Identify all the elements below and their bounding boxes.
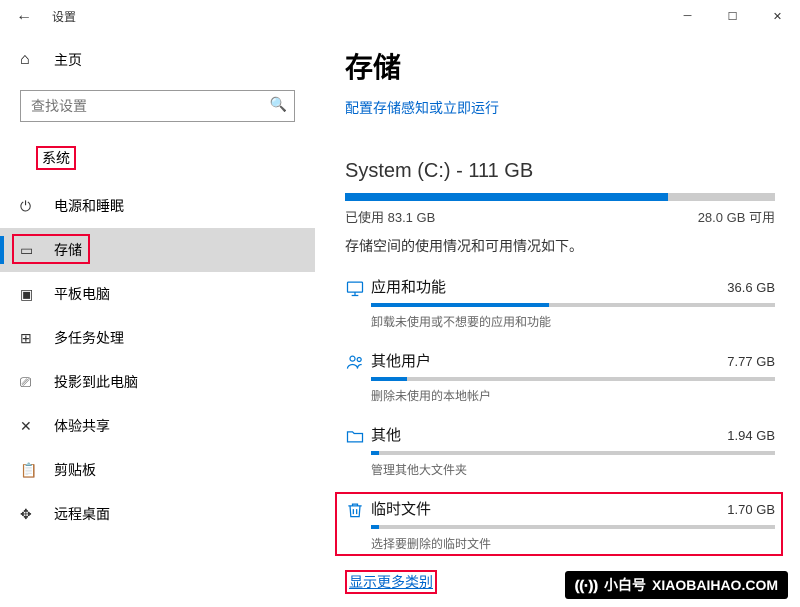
folder-icon <box>345 426 371 478</box>
category-bar <box>371 377 775 381</box>
drive-usage-fill <box>345 193 668 201</box>
category-size: 1.94 GB <box>727 428 775 443</box>
category-other[interactable]: 其他 1.94 GB 管理其他大文件夹 <box>345 424 775 478</box>
close-button[interactable]: ✕ <box>755 0 800 32</box>
home-icon: ⌂ <box>20 51 40 69</box>
drive-used-label: 已使用 83.1 GB <box>345 207 435 226</box>
sidebar: ⌂ 主页 🔍 系统 ⏻ 电源和睡眠 ▭ 存储 ▣ 平板电脑 ⊞ 多任务处理 ⎚ <box>0 32 315 607</box>
projecting-icon: ⎚ <box>20 374 40 391</box>
category-temp-files[interactable]: 临时文件 1.70 GB 选择要删除的临时文件 <box>345 498 775 552</box>
sidebar-item-label: 远程桌面 <box>54 504 110 524</box>
tablet-icon: ▣ <box>20 286 40 303</box>
users-icon <box>345 352 371 404</box>
multitask-icon: ⊞ <box>20 330 40 347</box>
main-panel: 存储 配置存储感知或立即运行 System (C:) - 111 GB 已使用 … <box>315 32 800 607</box>
window-controls: ─ ☐ ✕ <box>665 0 800 32</box>
sidebar-item-multitask[interactable]: ⊞ 多任务处理 <box>0 316 315 360</box>
category-size: 7.77 GB <box>727 354 775 369</box>
category-desc: 选择要删除的临时文件 <box>371 535 775 552</box>
sidebar-item-clipboard[interactable]: 📋 剪贴板 <box>0 448 315 492</box>
category-desc: 删除未使用的本地帐户 <box>371 387 775 404</box>
sidebar-home[interactable]: ⌂ 主页 <box>0 42 315 78</box>
sidebar-item-power[interactable]: ⏻ 电源和睡眠 <box>0 184 315 228</box>
storage-icon: ▭ <box>20 242 40 259</box>
sidebar-home-label: 主页 <box>54 50 82 70</box>
storage-sense-link[interactable]: 配置存储感知或立即运行 <box>345 100 499 116</box>
search-box: 🔍 <box>20 90 295 122</box>
search-input[interactable] <box>20 90 295 122</box>
watermark-brand: 小白号 <box>604 575 646 595</box>
search-icon: 🔍 <box>270 96 287 113</box>
trash-icon <box>345 500 371 552</box>
category-bar <box>371 451 775 455</box>
power-icon: ⏻ <box>20 198 40 215</box>
drive-usage-bar <box>345 193 775 201</box>
clipboard-icon: 📋 <box>20 462 40 479</box>
category-size: 36.6 GB <box>727 280 775 295</box>
category-name: 应用和功能 <box>371 276 446 297</box>
category-name: 其他 <box>371 424 401 445</box>
category-desc: 管理其他大文件夹 <box>371 461 775 478</box>
watermark-domain: XIAOBAIHAO.COM <box>652 577 778 593</box>
sidebar-group-label: 系统 <box>36 146 76 170</box>
category-name: 临时文件 <box>371 498 431 519</box>
window-title: 设置 <box>52 8 76 25</box>
sidebar-item-storage[interactable]: ▭ 存储 <box>0 228 315 272</box>
category-bar <box>371 525 775 529</box>
maximize-button[interactable]: ☐ <box>710 0 755 32</box>
sidebar-item-label: 电源和睡眠 <box>54 196 124 216</box>
drive-label: System (C:) - 111 GB <box>345 160 770 183</box>
sidebar-item-projecting[interactable]: ⎚ 投影到此电脑 <box>0 360 315 404</box>
back-button[interactable]: ← <box>8 7 40 25</box>
sidebar-item-label: 多任务处理 <box>54 328 124 348</box>
category-bar <box>371 303 775 307</box>
sidebar-item-tablet[interactable]: ▣ 平板电脑 <box>0 272 315 316</box>
sidebar-item-shared[interactable]: ✕ 体验共享 <box>0 404 315 448</box>
remote-icon: ✥ <box>20 506 40 523</box>
drive-free-label: 28.0 GB 可用 <box>698 207 775 226</box>
category-other-users[interactable]: 其他用户 7.77 GB 删除未使用的本地帐户 <box>345 350 775 404</box>
show-more-link[interactable]: 显示更多类别 <box>349 574 433 590</box>
sidebar-item-label: 平板电脑 <box>54 284 110 304</box>
sidebar-item-remote[interactable]: ✥ 远程桌面 <box>0 492 315 536</box>
category-apps[interactable]: 应用和功能 36.6 GB 卸载未使用或不想要的应用和功能 <box>345 276 775 330</box>
usage-description: 存储空间的使用情况和可用情况如下。 <box>345 236 770 256</box>
minimize-button[interactable]: ─ <box>665 0 710 32</box>
sidebar-item-label: 投影到此电脑 <box>54 372 138 392</box>
sidebar-item-label: 体验共享 <box>54 416 110 436</box>
category-desc: 卸载未使用或不想要的应用和功能 <box>371 313 775 330</box>
drive-usage-row: 已使用 83.1 GB 28.0 GB 可用 <box>345 207 775 226</box>
category-size: 1.70 GB <box>727 502 775 517</box>
sidebar-item-label: 存储 <box>54 240 82 260</box>
watermark-logo: ((·)) 小白号 XIAOBAIHAO.COM <box>565 571 788 599</box>
page-title: 存储 <box>345 46 770 86</box>
apps-icon <box>345 278 371 330</box>
shared-icon: ✕ <box>20 418 40 435</box>
category-name: 其他用户 <box>371 350 431 371</box>
sidebar-item-label: 剪贴板 <box>54 460 96 480</box>
